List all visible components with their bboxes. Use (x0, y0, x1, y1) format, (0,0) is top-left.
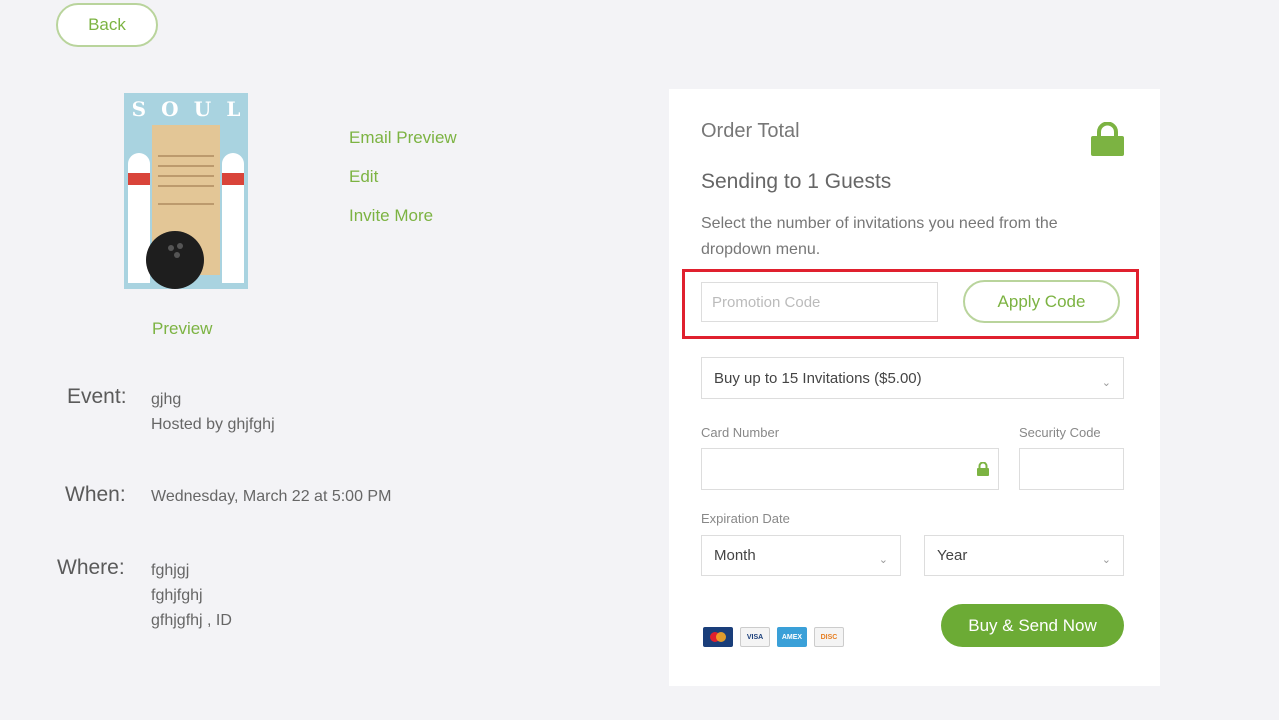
thumbnail-letter: S (131, 97, 147, 121)
year-select[interactable]: Year ⌄ (924, 535, 1124, 576)
chevron-down-icon: ⌄ (1101, 376, 1111, 389)
order-total-title: Order Total (701, 120, 800, 142)
thumbnail-letter: L (226, 97, 241, 121)
hosted-by: Hosted by ghjfghj (151, 416, 275, 433)
chevron-down-icon: ⌄ (1101, 554, 1111, 566)
chevron-down-icon: ⌄ (878, 554, 888, 566)
edit-link[interactable]: Edit (349, 167, 378, 187)
month-selected-value: Month (714, 547, 756, 564)
invitation-text-line (158, 175, 214, 177)
month-select[interactable]: Month ⌄ (701, 535, 901, 576)
invitation-text-line (158, 185, 214, 187)
event-label: Event: (67, 385, 127, 408)
thumbnail-letters: S O U L (124, 97, 248, 121)
buy-send-now-button[interactable]: Buy & Send Now (941, 604, 1124, 647)
when-label: When: (65, 483, 126, 506)
event-name: gjhg (151, 391, 182, 408)
card-lock-icon (976, 461, 990, 481)
preview-link[interactable]: Preview (152, 319, 212, 339)
lock-icon (1090, 121, 1125, 156)
card-number-field[interactable] (701, 448, 999, 490)
order-description: Select the number of invitations you nee… (701, 215, 1058, 258)
bowling-ball (146, 231, 204, 289)
card-brands: VISA AMEX DISC (703, 627, 844, 647)
where-line: fghjgj (151, 562, 190, 579)
package-select[interactable]: Buy up to 15 Invitations ($5.00) ⌄ (701, 357, 1124, 399)
invitation-text-line (158, 165, 214, 167)
pin-stripe-right (222, 173, 244, 185)
email-preview-link[interactable]: Email Preview (349, 128, 457, 148)
year-selected-value: Year (937, 547, 968, 564)
when-value: Wednesday, March 22 at 5:00 PM (151, 488, 392, 505)
invitation-thumbnail[interactable]: S O U L (124, 93, 248, 289)
apply-code-button[interactable]: Apply Code (963, 280, 1120, 323)
invitation-text-line (158, 203, 214, 205)
invite-more-link[interactable]: Invite More (349, 206, 433, 226)
thumbnail-letter: U (193, 97, 212, 121)
pin-stripe-left (128, 173, 150, 185)
amex-icon: AMEX (777, 627, 807, 647)
security-code-label: Security Code (1019, 425, 1101, 440)
back-button[interactable]: Back (56, 3, 158, 47)
package-selected-value: Buy up to 15 Invitations ($5.00) (714, 369, 922, 387)
sending-count: Sending to 1 Guests (701, 170, 892, 193)
visa-icon: VISA (740, 627, 770, 647)
invitation-text-line (158, 155, 214, 157)
expiration-date-label: Expiration Date (701, 511, 790, 526)
where-label: Where: (57, 556, 125, 579)
card-number-label: Card Number (701, 425, 780, 440)
where-line: fghjfghj (151, 587, 203, 604)
where-line: gfhjgfhj , ID (151, 612, 232, 629)
promotion-code-input[interactable]: Promotion Code (701, 282, 938, 322)
mastercard-icon (703, 627, 733, 647)
security-code-field[interactable] (1019, 448, 1124, 490)
discover-icon: DISC (814, 627, 844, 647)
thumbnail-letter: O (161, 97, 179, 121)
